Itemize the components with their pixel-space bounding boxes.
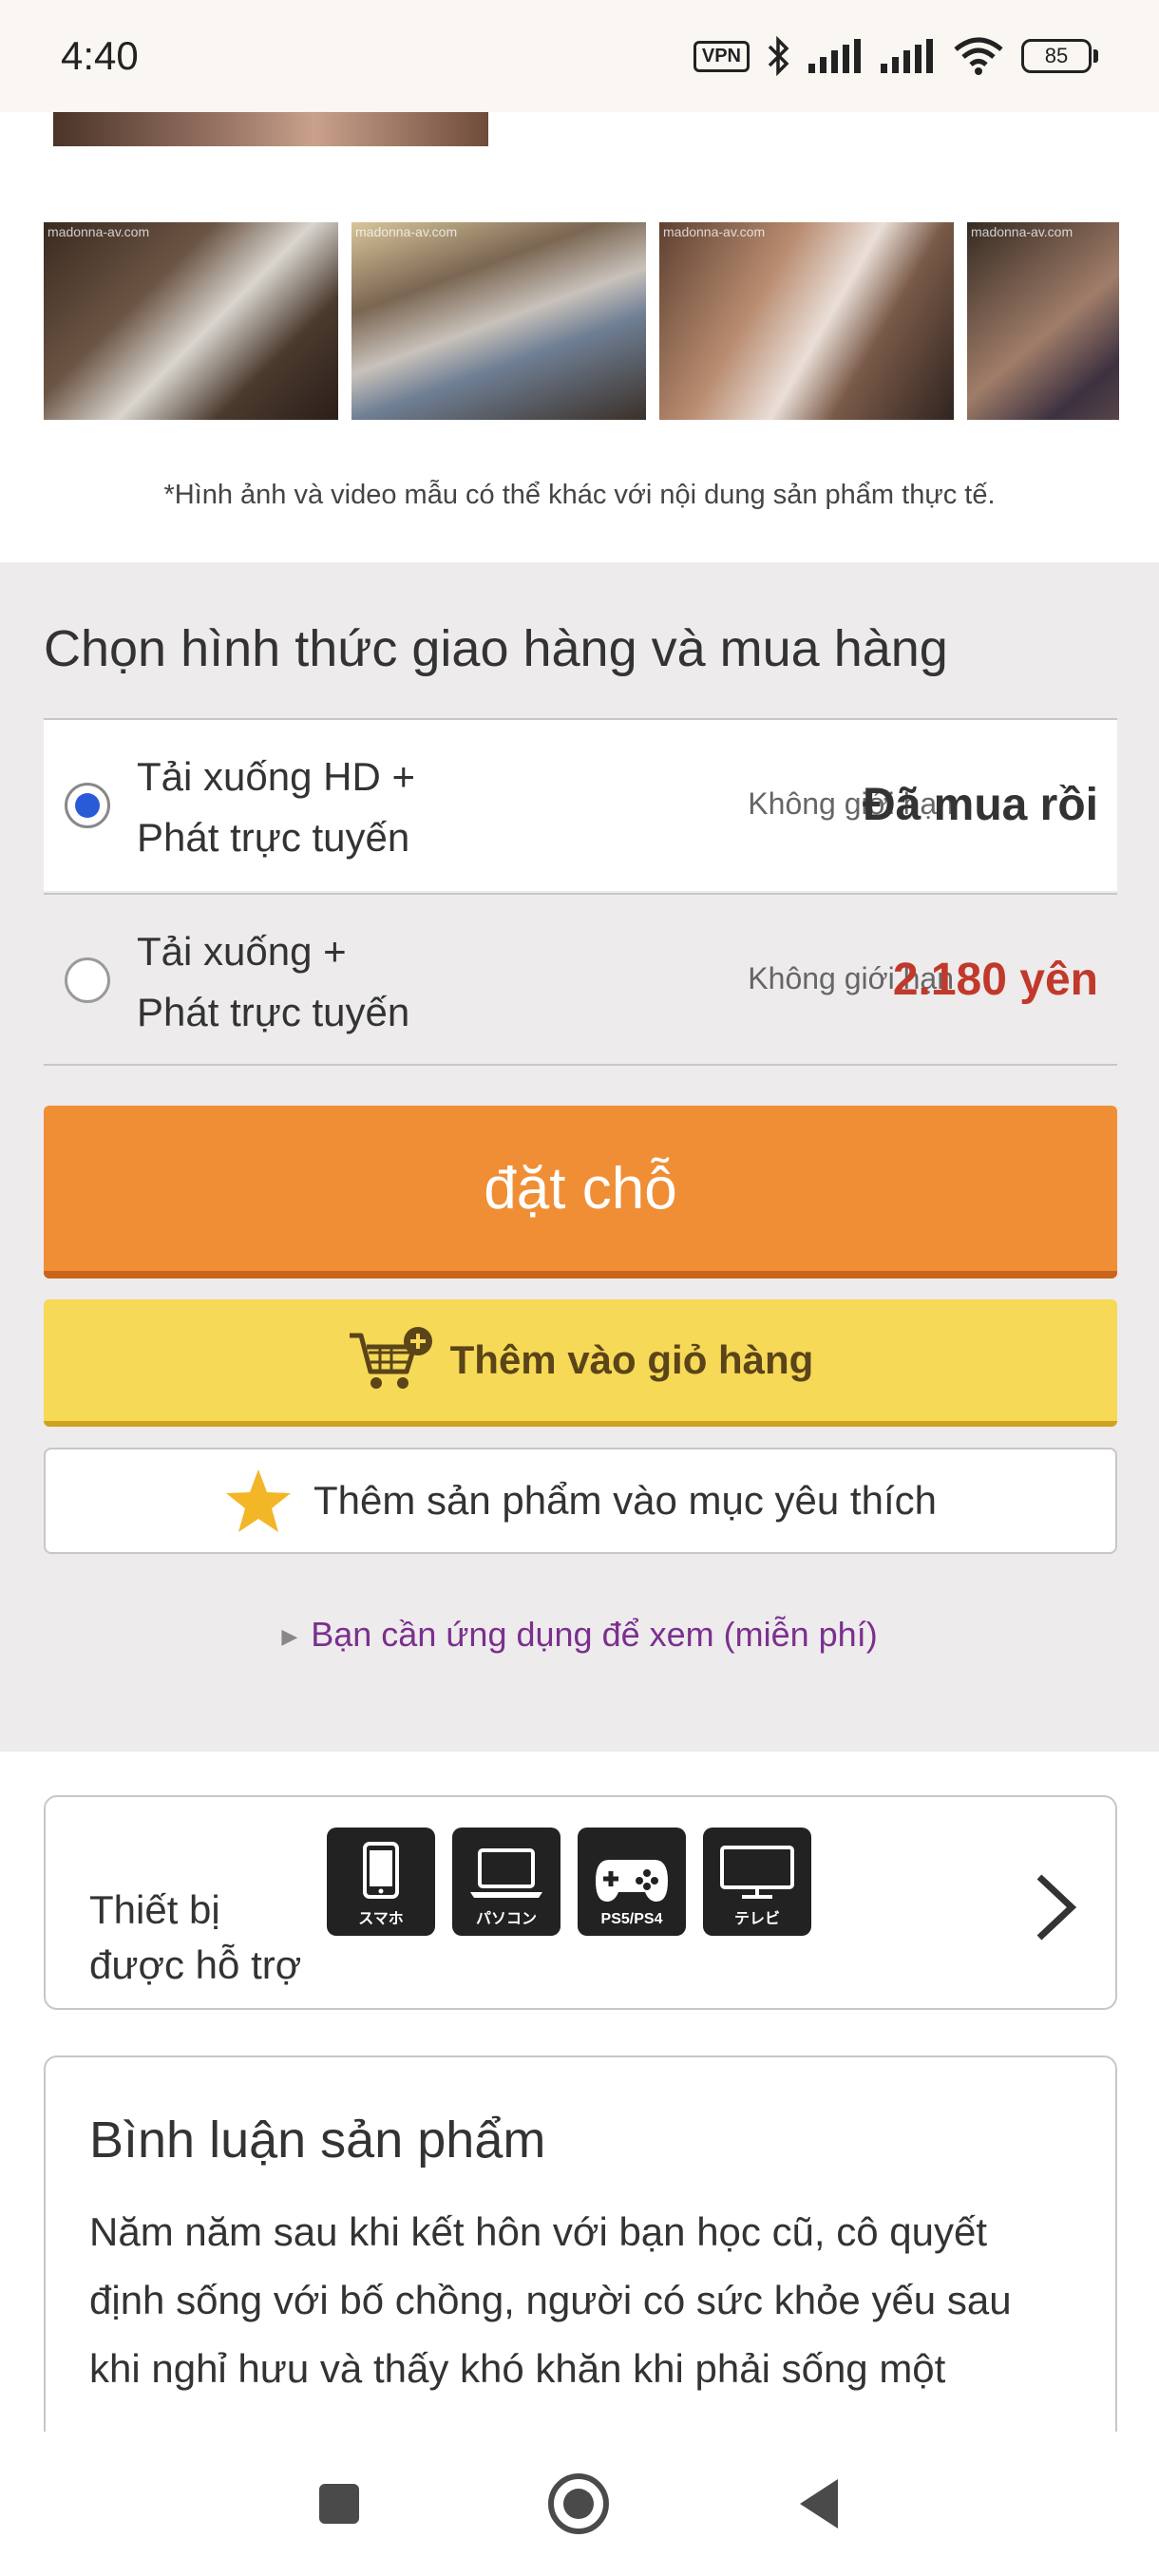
thumbnail[interactable]: madonna-av.com (44, 222, 338, 420)
gamepad-icon: PS5/PS4 (578, 1828, 686, 1936)
radio-selected[interactable] (65, 783, 110, 828)
thumbnail[interactable]: madonna-av.com (352, 222, 646, 420)
thumbnail-row[interactable]: madonna-av.com madonna-av.com madonna-av… (44, 222, 1119, 420)
main-image-bottom-edge[interactable] (53, 112, 488, 146)
supported-devices-label: Thiết bị được hỗ trợ (89, 1887, 302, 1987)
cart-add-icon (349, 1327, 432, 1389)
purchase-title: Chọn hình thức giao hàng và mua hàng (44, 620, 948, 677)
reserve-button[interactable]: đặt chỗ (44, 1106, 1117, 1279)
battery-icon: 85 (1021, 39, 1098, 73)
radio-unselected[interactable] (65, 957, 110, 1003)
status-icons: VPN 85 (693, 36, 1098, 76)
back-icon[interactable] (796, 2477, 842, 2530)
status-time: 4:40 (61, 33, 139, 78)
thumbnail[interactable]: madonna-av.com (967, 222, 1119, 420)
star-icon (226, 1469, 291, 1532)
option-name: Tải xuống + Phát trực tuyến (137, 929, 410, 1034)
add-to-cart-button[interactable]: Thêm vào giỏ hàng (44, 1299, 1117, 1427)
status-bar: 4:40 VPN 85 (0, 0, 1159, 112)
home-icon[interactable] (547, 2472, 610, 2535)
signal-icon (808, 39, 861, 73)
vpn-icon: VPN (693, 40, 750, 72)
tv-icon: テレビ (703, 1828, 811, 1936)
recents-icon[interactable] (317, 2482, 361, 2526)
purchase-option-standard[interactable]: Tải xuống + Phát trực tuyến Không giới h… (44, 893, 1117, 1066)
thumbnail[interactable]: madonna-av.com (659, 222, 954, 420)
device-icons: スマホ パソコン PS5/PS4 テレビ (327, 1828, 811, 1936)
option-price: 2.180 yên (892, 955, 1098, 1005)
review-body: Năm năm sau khi kết hôn với bạn học cũ, … (89, 2209, 1012, 2391)
app-required-link[interactable]: ▶ Bạn cần ứng dụng để xem (miễn phí) (0, 1615, 1159, 1655)
signal-icon-2 (881, 39, 933, 73)
sample-disclaimer: *Hình ảnh và video mẫu có thể khác với n… (163, 480, 996, 510)
triangle-right-icon: ▶ (281, 1624, 298, 1649)
purchase-section: Chọn hình thức giao hàng và mua hàng Tải… (0, 562, 1159, 1752)
supported-devices-card[interactable]: Thiết bị được hỗ trợ スマホ パソコン PS5/PS4 テレ… (44, 1795, 1117, 2010)
add-to-favorites-button[interactable]: Thêm sản phẩm vào mục yêu thích (44, 1448, 1117, 1554)
wifi-icon (954, 37, 1003, 75)
chevron-right-icon[interactable] (1034, 1873, 1077, 1941)
review-title: Bình luận sản phẩm (89, 2112, 546, 2169)
purchase-option-hd[interactable]: Tải xuống HD + Phát trực tuyến Không giớ… (44, 718, 1117, 891)
battery-level: 85 (1021, 39, 1092, 73)
laptop-icon: パソコン (452, 1828, 560, 1936)
option-status: Đã mua rồi (862, 780, 1098, 830)
navigation-bar (0, 2432, 1159, 2576)
add-to-favorites-label: Thêm sản phẩm vào mục yêu thích (314, 1478, 937, 1523)
add-to-cart-label: Thêm vào giỏ hàng (449, 1337, 814, 1382)
bluetooth-icon (768, 36, 789, 76)
option-name: Tải xuống HD + Phát trực tuyến (137, 754, 415, 860)
smartphone-icon: スマホ (327, 1828, 435, 1936)
